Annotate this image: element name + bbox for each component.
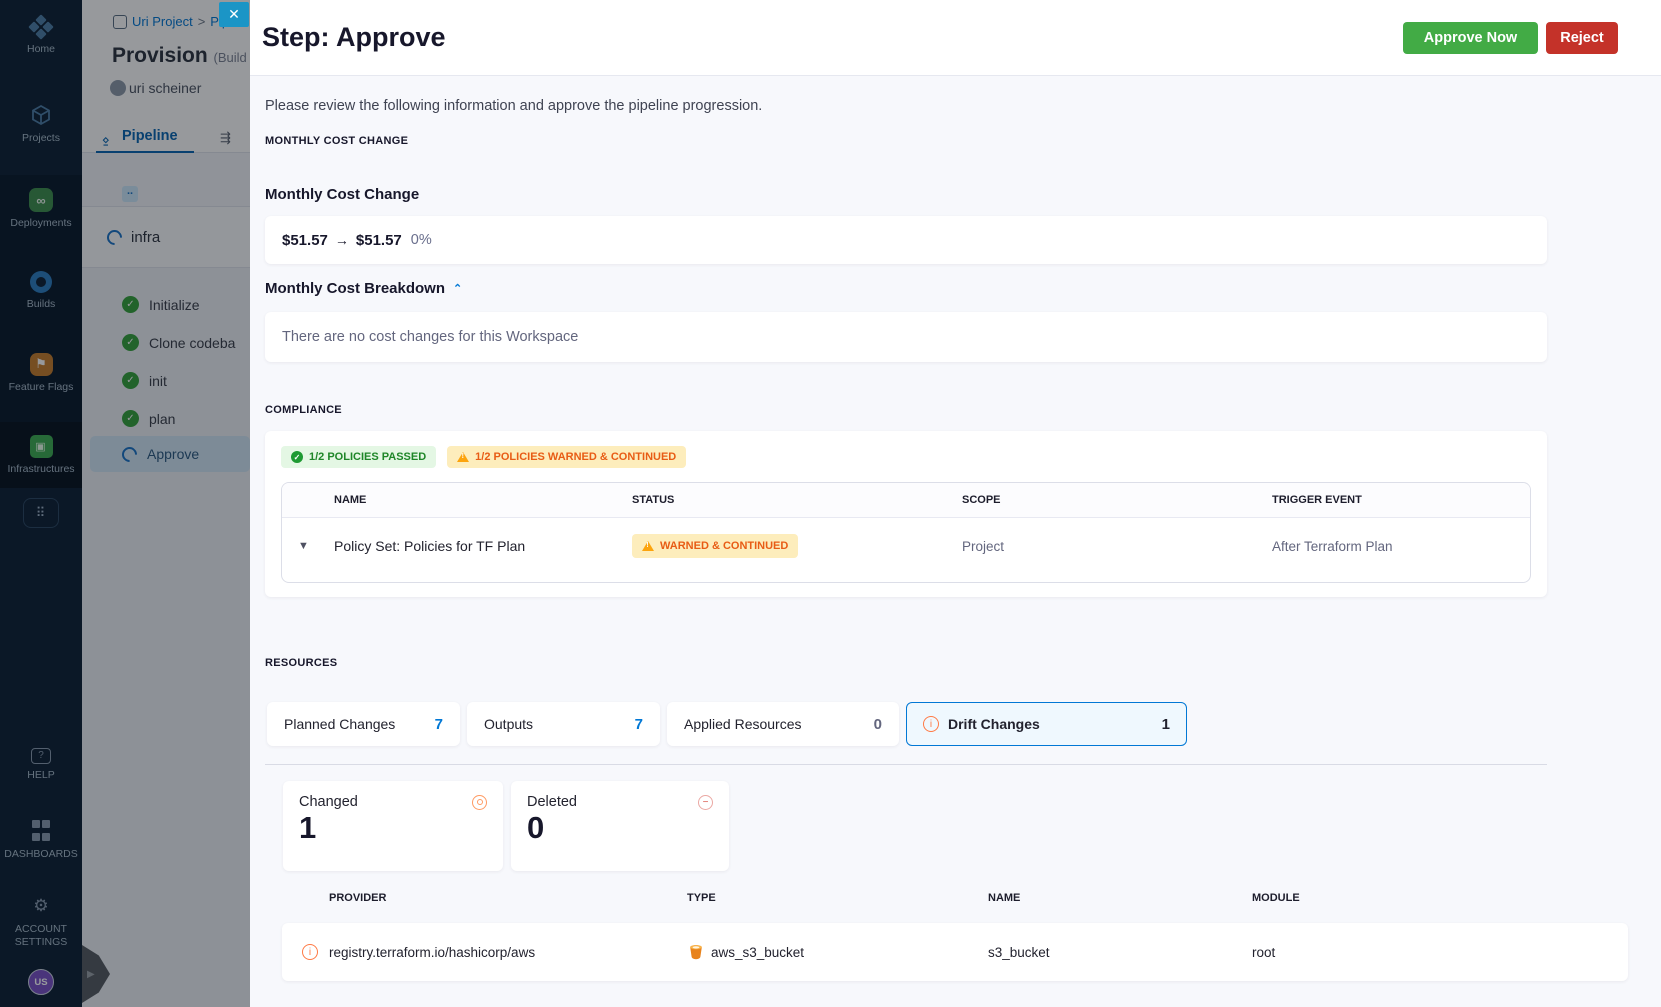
- policy-scope: Project: [962, 538, 1005, 554]
- policy-table: NAME STATUS SCOPE TRIGGER EVENT ▼ Policy…: [281, 482, 1531, 583]
- drawer-title: Step: Approve: [262, 22, 446, 52]
- tab-count: 7: [434, 715, 443, 733]
- tab-drift-changes[interactable]: i Drift Changes 1: [906, 702, 1187, 746]
- check-circle-icon: ✓: [291, 451, 303, 463]
- col-header-scope: SCOPE: [962, 494, 1001, 506]
- col-header-name: NAME: [988, 892, 1021, 904]
- resource-module: root: [1252, 944, 1276, 960]
- section-label-resources: RESOURCES: [265, 657, 338, 669]
- resource-table-header: PROVIDER TYPE NAME MODULE: [282, 891, 1628, 905]
- reject-button[interactable]: Reject: [1546, 21, 1618, 54]
- col-header-module: MODULE: [1252, 892, 1300, 904]
- cost-breakdown-toggle[interactable]: Monthly Cost Breakdown ⌃: [265, 280, 462, 297]
- resource-table-row[interactable]: i registry.terraform.io/hashicorp/aws aw…: [282, 923, 1628, 981]
- close-icon[interactable]: ✕: [219, 2, 249, 27]
- approve-step-drawer: ✕ Step: Approve Approve Now Reject Pleas…: [219, 0, 1661, 1007]
- drawer-body: Please review the following information …: [250, 76, 1661, 1007]
- policy-set-name: Policy Set: Policies for TF Plan: [334, 538, 526, 554]
- resource-provider: registry.terraform.io/hashicorp/aws: [329, 944, 536, 960]
- tab-count: 1: [1161, 715, 1170, 733]
- tab-applied-resources[interactable]: Applied Resources 0: [667, 702, 899, 746]
- section-label-compliance: COMPLIANCE: [265, 404, 342, 416]
- tab-count: 0: [873, 715, 882, 733]
- warning-triangle-icon: [457, 452, 470, 462]
- warning-triangle-icon: [642, 541, 654, 551]
- deleted-counter-card: Deleted − 0: [511, 781, 729, 871]
- review-instructions: Please review the following information …: [265, 98, 763, 114]
- col-header-name: NAME: [334, 494, 367, 506]
- monthly-cost-change-title: Monthly Cost Change: [265, 186, 420, 203]
- passed-badge-label: 1/2 POLICIES PASSED: [309, 451, 427, 463]
- policy-table-row[interactable]: ▼ Policy Set: Policies for TF Plan WARNE…: [282, 518, 1530, 574]
- changed-counter-card: Changed 1: [283, 781, 503, 871]
- status-badge-label: WARNED & CONTINUED: [660, 540, 789, 552]
- cost-breakdown-empty-card: There are no cost changes for this Works…: [265, 312, 1547, 362]
- cost-from: $51.57: [282, 231, 328, 249]
- policy-table-header: NAME STATUS SCOPE TRIGGER EVENT: [282, 483, 1530, 518]
- col-header-provider: PROVIDER: [329, 892, 387, 904]
- warned-badge-label: 1/2 POLICIES WARNED & CONTINUED: [475, 451, 677, 463]
- arrow-right-icon: →: [334, 232, 349, 248]
- changed-target-icon: [472, 794, 487, 810]
- compliance-card: ✓ 1/2 POLICIES PASSED 1/2 POLICIES WARNE…: [265, 431, 1547, 597]
- col-header-trigger-event: TRIGGER EVENT: [1272, 494, 1362, 506]
- policies-warned-badge: 1/2 POLICIES WARNED & CONTINUED: [447, 446, 687, 468]
- drift-warning-icon: i: [302, 944, 318, 960]
- tab-label: Drift Changes: [948, 716, 1040, 732]
- resource-tabs: Planned Changes 7 Outputs 7 Applied Reso…: [267, 702, 1187, 746]
- tab-outputs[interactable]: Outputs 7: [467, 702, 660, 746]
- cost-change-card: $51.57 → $51.57 0%: [265, 216, 1547, 264]
- chevron-down-icon[interactable]: ▼: [298, 540, 334, 552]
- policies-passed-badge: ✓ 1/2 POLICIES PASSED: [281, 446, 437, 468]
- s3-bucket-icon: [690, 945, 702, 960]
- app-root: Home Projects ∞ Deployments Builds ⚑ Fea…: [0, 0, 1661, 1007]
- modal-dim-overlay[interactable]: [0, 0, 250, 1007]
- tab-label: Planned Changes: [284, 716, 396, 732]
- cost-percent: 0%: [410, 232, 432, 248]
- resource-name: s3_bucket: [988, 944, 1050, 960]
- resource-type: aws_s3_bucket: [711, 944, 805, 960]
- tab-count: 7: [634, 715, 643, 733]
- tab-planned-changes[interactable]: Planned Changes 7: [267, 702, 460, 746]
- approve-now-button[interactable]: Approve Now: [1403, 21, 1538, 54]
- counter-label: Deleted: [527, 794, 577, 810]
- cost-to: $51.57: [355, 231, 402, 249]
- col-header-type: TYPE: [687, 892, 716, 904]
- divider: [265, 764, 1547, 765]
- policy-trigger-event: After Terraform Plan: [1272, 538, 1393, 554]
- no-cost-changes-message: There are no cost changes for this Works…: [282, 329, 579, 345]
- chevron-up-icon: ⌃: [453, 283, 463, 295]
- tab-label: Applied Resources: [684, 716, 802, 732]
- counter-label: Changed: [299, 794, 358, 810]
- changed-count: 1: [299, 810, 317, 845]
- section-label-monthly-cost: MONTHLY COST CHANGE: [265, 135, 409, 147]
- monthly-cost-breakdown-title: Monthly Cost Breakdown: [265, 280, 446, 297]
- col-header-status: STATUS: [632, 494, 675, 506]
- warned-continued-status-badge: WARNED & CONTINUED: [632, 534, 799, 558]
- drawer-header: Step: Approve Approve Now Reject: [250, 0, 1661, 76]
- drift-warning-icon: i: [923, 716, 939, 732]
- deleted-minus-icon: −: [698, 794, 713, 810]
- deleted-count: 0: [527, 810, 545, 845]
- tab-label: Outputs: [484, 716, 534, 732]
